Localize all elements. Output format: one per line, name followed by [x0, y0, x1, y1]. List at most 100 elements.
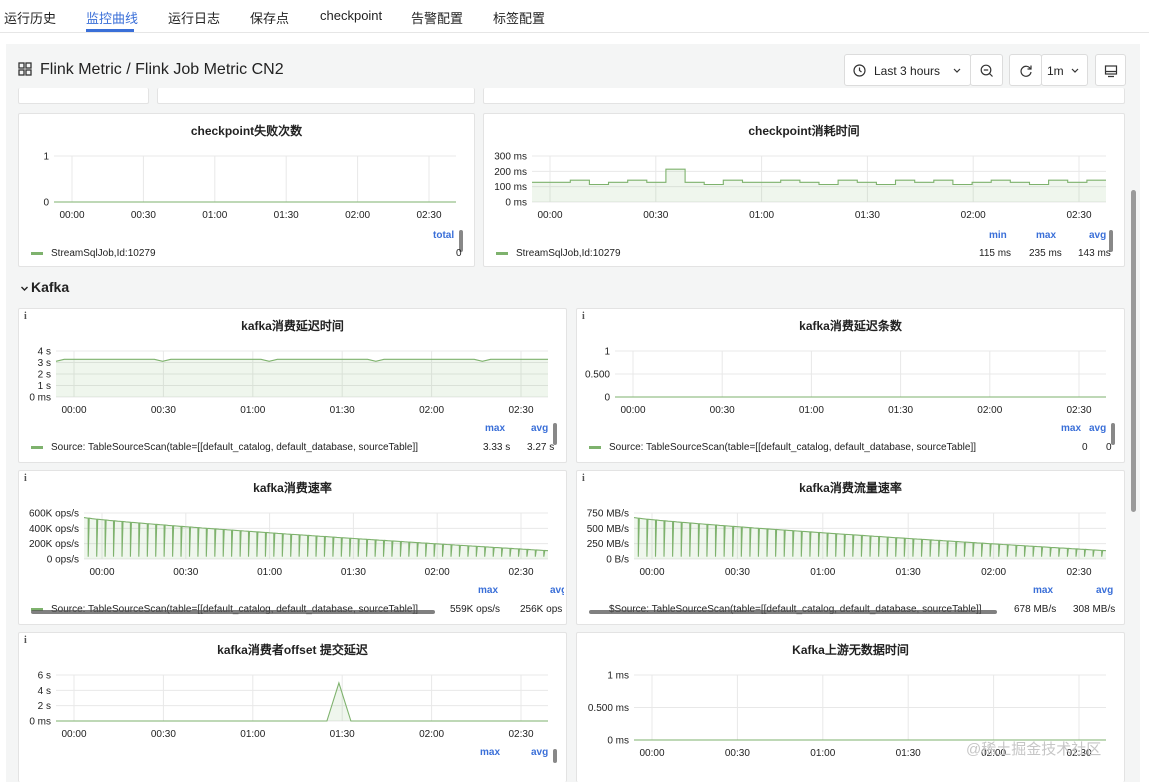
y-tick-label: 0 [43, 198, 49, 209]
x-tick-label: 02:00 [425, 567, 450, 578]
chart: 300 ms 200 ms 100 ms 0 ms 00:00 00:30 01:00 01:… [494, 152, 1106, 221]
legend-header-max[interactable]: max [480, 747, 500, 758]
panel-kafka-no-data[interactable]: Kafka上游无数据时间 1 ms 0.500 ms 0 ms 00:00 00:30 0… [576, 632, 1125, 782]
legend-value-avg: 256K ops [520, 604, 563, 615]
legend-header-avg[interactable]: avg [1089, 230, 1106, 241]
x-tick-label: 00:00 [89, 567, 114, 578]
x-tick-label: 00:30 [151, 405, 176, 416]
legend-header-total[interactable]: total [433, 230, 454, 241]
y-tick-label: 0.500 ms [588, 703, 629, 714]
series-area [56, 683, 548, 721]
legend-header-min[interactable]: min [989, 230, 1007, 241]
refresh-interval-picker[interactable]: 1m [1041, 54, 1088, 86]
x-tick-label: 00:30 [151, 729, 176, 740]
series-area [532, 169, 1106, 202]
legend-value-max: 559K ops/s [450, 604, 501, 615]
panel-kafka-lag-count[interactable]: i kafka消费延迟条数 1 0.500 0 00:00 00:30 01:00 01:3… [576, 308, 1125, 463]
x-tick-label: 01:00 [257, 567, 282, 578]
tab-run-history[interactable]: 运行历史 [4, 8, 56, 27]
legend-series[interactable]: Source: TableSourceScan(table=[[default_… [31, 442, 418, 453]
chevron-down-icon [1071, 68, 1079, 73]
chart: 1 0 00:00 00:30 01:00 01:30 02:00 02:30 [43, 152, 456, 221]
legend-header-max[interactable]: max [1033, 585, 1053, 596]
zoom-out-button[interactable] [970, 54, 1003, 86]
refresh-icon [1020, 65, 1032, 77]
panel-checkpoint-time[interactable]: checkpoint消耗时间 300 ms 200 ms 100 ms 0 ms 00:… [483, 113, 1125, 267]
x-tick-label: 02:30 [416, 210, 441, 221]
tab-run-log[interactable]: 运行日志 [168, 8, 220, 27]
dashboard-header: Flink Metric / Flink Job Metric CN2 Last… [18, 54, 1128, 88]
x-tick-label: 01:00 [240, 405, 265, 416]
legend-horizontal-scrollbar[interactable] [589, 610, 997, 614]
legend-header-max[interactable]: max [485, 423, 505, 434]
y-tick-label: 0.500 [585, 370, 610, 381]
legend-header-max[interactable]: max [1061, 423, 1081, 434]
tv-mode-button[interactable] [1095, 54, 1126, 86]
page-scrollbar[interactable] [1131, 190, 1136, 512]
legend-series[interactable]: Source: TableSourceScan(table=[[default_… [589, 442, 976, 453]
x-tick-label: 01:30 [896, 567, 921, 578]
legend-header-avg[interactable]: avg [1089, 423, 1106, 434]
tab-bar: 运行历史 监控曲线 运行日志 保存点 checkpoint 告警配置 标签配置 [0, 0, 1149, 33]
legend-series[interactable]: StreamSqlJob,Id:10279 [496, 248, 621, 259]
legend-swatch [31, 251, 43, 255]
time-range-label: Last 3 hours [874, 64, 941, 78]
x-tick-label: 01:00 [810, 567, 835, 578]
legend-label: StreamSqlJob,Id:10279 [51, 248, 156, 259]
legend-value-avg: 308 MB/s [1073, 604, 1116, 615]
time-range-picker[interactable]: Last 3 hours [844, 54, 971, 86]
legend-scrollbar[interactable] [553, 749, 557, 763]
tab-savepoint[interactable]: 保存点 [250, 8, 289, 27]
legend-header-avg[interactable]: avg [550, 585, 564, 596]
dashboard-grid-icon [18, 62, 32, 76]
series-line [56, 681, 548, 722]
y-tick-label: 1 ms [607, 671, 629, 682]
tab-checkpoint[interactable]: checkpoint [320, 8, 382, 23]
panel-kafka-offset-commit[interactable]: i kafka消费者offset 提交延迟 6 s4 s2 s0 ms 00:00… [18, 632, 567, 782]
x-tick-label: 02:00 [981, 567, 1006, 578]
x-tick-label: 02:30 [1066, 210, 1091, 221]
x-tick-label: 01:00 [799, 405, 824, 416]
active-tab-indicator [86, 29, 134, 32]
x-tick-label: 00:30 [173, 567, 198, 578]
y-tick-label: 200K ops/s [29, 539, 79, 550]
y-tick-label: 3 s [38, 358, 51, 369]
x-tick-label: 01:30 [330, 729, 355, 740]
panel-partial [157, 88, 475, 104]
watermark: @稀土掘金技术社区 [966, 741, 1102, 758]
legend-header-max[interactable]: max [478, 585, 498, 596]
x-tick-label: 01:30 [274, 210, 299, 221]
y-tick-label: 0 ms [29, 393, 51, 404]
legend-horizontal-scrollbar[interactable] [31, 610, 435, 614]
x-tick-label: 00:00 [639, 748, 664, 759]
section-kafka-row[interactable]: Kafka [20, 279, 69, 295]
panel-kafka-lag-time[interactable]: i kafka消费延迟时间 4 s3 s2 s1 s0 ms 00:00 00:30… [18, 308, 567, 463]
x-tick-label: 00:00 [59, 210, 84, 221]
x-tick-label: 00:00 [620, 405, 645, 416]
legend-label: StreamSqlJob,Id:10279 [516, 248, 621, 259]
legend-series[interactable]: StreamSqlJob,Id:10279 [31, 248, 156, 259]
legend-header-avg[interactable]: avg [531, 747, 548, 758]
legend-value-max: 235 ms [1029, 248, 1062, 259]
legend-value-min: 115 ms [979, 248, 1012, 259]
y-tick-label: 0 [604, 393, 610, 404]
tab-tag-config[interactable]: 标签配置 [493, 8, 545, 27]
panel-checkpoint-fail[interactable]: checkpoint失败次数 1 0 00:00 00:30 01:00 01:30 02:… [18, 113, 475, 267]
x-tick-label: 01:30 [341, 567, 366, 578]
tab-monitor-curve[interactable]: 监控曲线 [86, 8, 138, 27]
y-tick-label: 2 s [38, 701, 51, 712]
y-tick-label: 100 ms [494, 182, 527, 193]
legend-header-avg[interactable]: avg [531, 423, 548, 434]
y-tick-label: 300 ms [494, 152, 527, 163]
refresh-button[interactable] [1009, 54, 1042, 86]
legend-header-avg[interactable]: avg [1096, 585, 1113, 596]
dashboard-breadcrumb[interactable]: Flink Metric / Flink Job Metric CN2 [40, 61, 284, 79]
y-tick-label: 400K ops/s [29, 524, 79, 535]
chart: 6 s 4 s 2 s 0 ms 00:00 00:30 01:00 01:30 02:00 02… [29, 671, 548, 740]
tab-alert-config[interactable]: 告警配置 [411, 8, 463, 27]
y-tick-label: 0 ops/s [47, 555, 79, 566]
legend-header-max[interactable]: max [1036, 230, 1056, 241]
zoom-out-icon [980, 64, 993, 77]
panel-kafka-consume-rate[interactable]: i kafka消费速率 600K ops/s 400K ops/s 200K ops… [18, 470, 567, 625]
panel-kafka-bytes-rate[interactable]: i kafka消费流量速率 750 MB/s 500 MB/s 250 MB/s 0 … [576, 470, 1125, 625]
